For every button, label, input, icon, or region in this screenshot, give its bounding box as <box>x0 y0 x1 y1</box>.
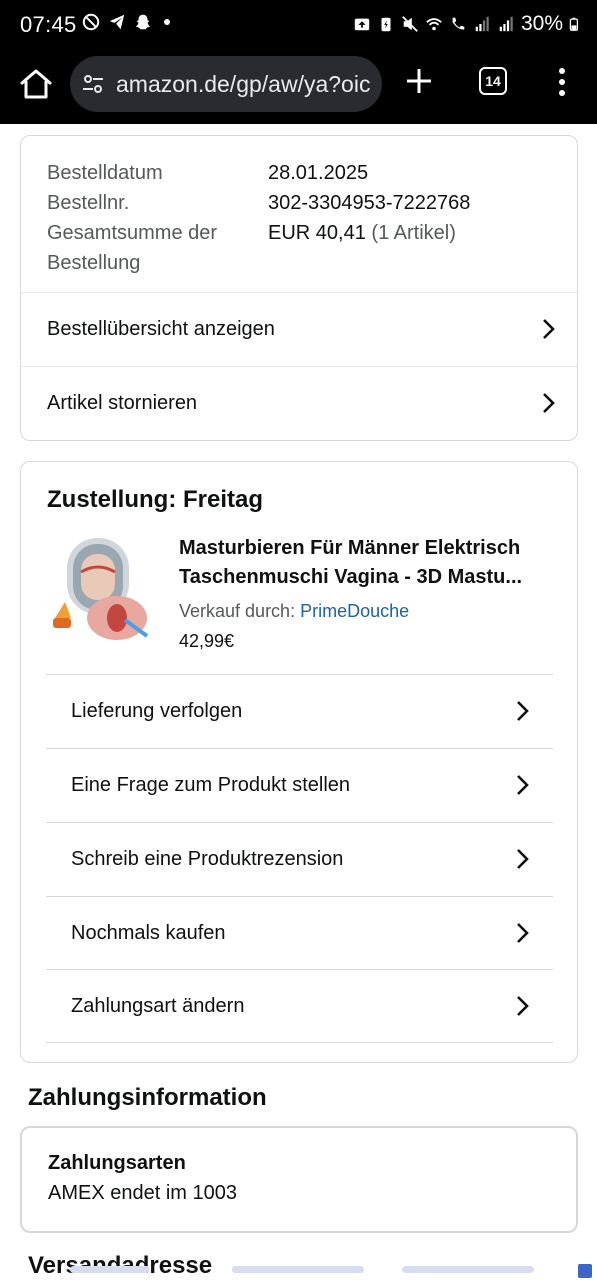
chevron-right-icon <box>517 849 529 869</box>
phone-wifi-icon <box>452 17 465 30</box>
chevron-right-icon <box>543 319 555 339</box>
change-payment-link[interactable]: Zahlungsart ändern <box>46 969 553 1043</box>
no-ads-icon <box>82 13 100 31</box>
wifi-call-icon <box>426 18 442 31</box>
mute-icon <box>402 16 418 32</box>
buy-again-link[interactable]: Nochmals kaufen <box>46 896 553 970</box>
address-bar[interactable]: amazon.de/gp/aw/ya?oic <box>70 56 382 112</box>
scroll-indicator-icon <box>578 1264 592 1278</box>
site-settings-icon[interactable] <box>80 71 106 97</box>
loading-placeholder <box>70 1266 150 1273</box>
order-summary-card: Bestelldatum 28.01.2025 Bestellnr. 302-3… <box>20 135 578 441</box>
product-image[interactable] <box>47 532 151 644</box>
chevron-right-icon <box>543 393 555 413</box>
battery-icon <box>569 17 579 31</box>
battery-percent: 30% <box>520 12 563 35</box>
chevron-right-icon <box>517 996 529 1016</box>
chevron-right-icon <box>517 923 529 943</box>
home-icon[interactable] <box>18 66 54 102</box>
ask-product-question-link[interactable]: Eine Frage zum Produkt stellen <box>46 748 553 822</box>
snapchat-icon <box>135 14 151 30</box>
status-bar: 07:45 30% <box>0 0 597 52</box>
product-title[interactable]: Masturbieren Für Männer Elektrisch Tasch… <box>179 534 557 592</box>
signal-icon <box>475 16 489 32</box>
signal-2-icon <box>499 16 513 32</box>
tab-switcher-button[interactable]: 14 <box>479 67 507 95</box>
upload-icon <box>354 18 370 31</box>
loading-placeholder <box>232 1266 364 1273</box>
chevron-right-icon <box>517 701 529 721</box>
url-text[interactable]: amazon.de/gp/aw/ya?oic <box>116 71 372 98</box>
seller-info: Verkauf durch: PrimeDouche <box>179 601 410 621</box>
payment-method-value: AMEX endet im 1003 <box>48 1182 237 1204</box>
more-menu-icon[interactable] <box>552 65 572 99</box>
product-price: 42,99€ <box>179 631 235 651</box>
delivery-card: Zustellung: Freitag Masturbieren Für Män… <box>20 461 578 1063</box>
payment-methods-label: Zahlungsarten <box>48 1152 186 1174</box>
telegram-icon <box>109 14 125 30</box>
track-delivery-link[interactable]: Lieferung verfolgen <box>46 674 553 748</box>
payment-methods-card: Zahlungsarten AMEX endet im 1003 <box>20 1126 578 1233</box>
order-info: Bestelldatum 28.01.2025 Bestellnr. 302-3… <box>47 158 470 278</box>
order-total-label-cont: Bestellung <box>47 252 141 274</box>
browser-toolbar: amazon.de/gp/aw/ya?oic 14 <box>0 52 597 124</box>
seller-link[interactable]: PrimeDouche <box>300 601 409 621</box>
order-number-row: Bestellnr. 302-3304953-7222768 <box>47 192 471 214</box>
divider <box>46 1042 553 1043</box>
view-order-summary-link[interactable]: Bestellübersicht anzeigen <box>21 292 577 366</box>
payment-heading: Zahlungsinformation <box>28 1084 267 1111</box>
write-review-link[interactable]: Schreib eine Produktrezension <box>46 822 553 896</box>
order-date-row: Bestelldatum 28.01.2025 <box>47 162 369 184</box>
chevron-right-icon <box>517 775 529 795</box>
status-time: 07:45 <box>20 12 77 37</box>
cancel-items-link[interactable]: Artikel stornieren <box>21 366 577 440</box>
order-total-row: Gesamtsumme der EUR 40,41 (1 Artikel) <box>47 222 456 244</box>
new-tab-icon[interactable] <box>404 66 434 96</box>
delivery-heading: Zustellung: Freitag <box>47 486 263 513</box>
loading-placeholder <box>402 1266 534 1273</box>
notification-dot-icon <box>164 19 170 25</box>
battery-saver-icon <box>381 17 391 32</box>
